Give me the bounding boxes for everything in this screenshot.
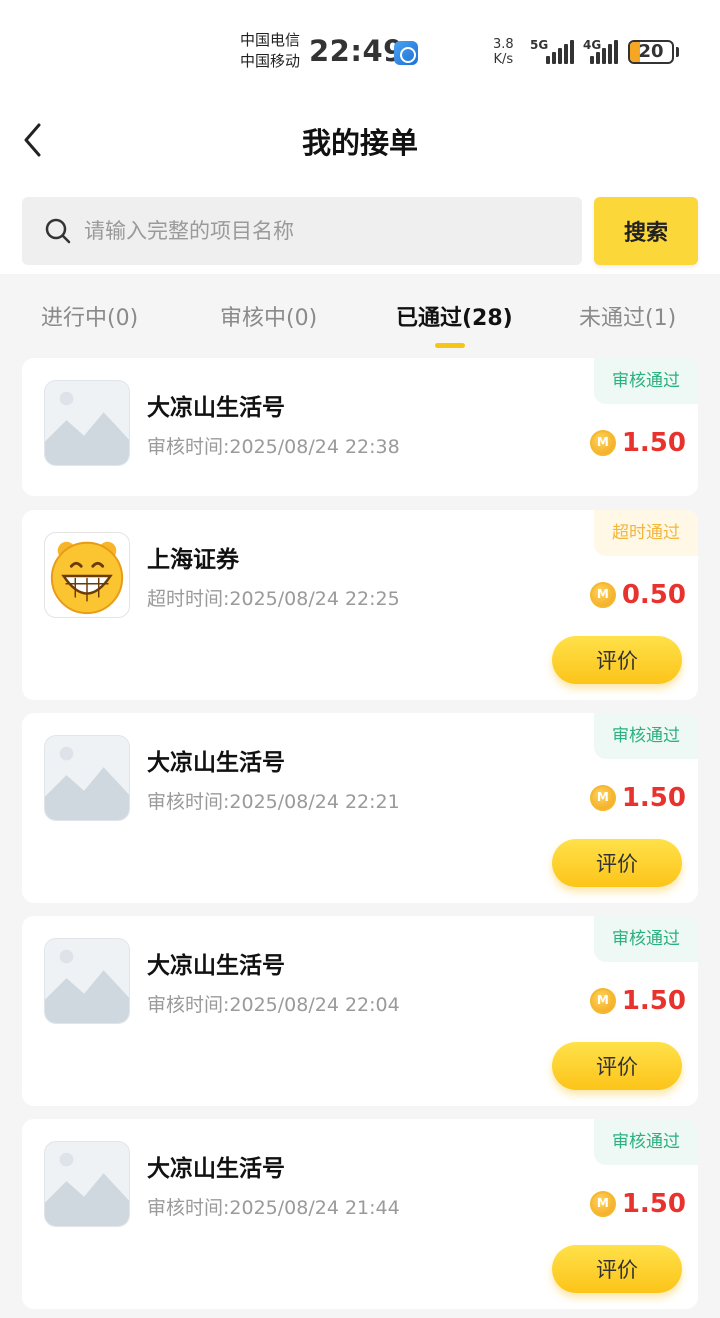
carrier-1: 中国电信	[240, 31, 301, 49]
reward-amount: 1.50	[621, 1189, 686, 1219]
order-card[interactable]: 大凉山生活号 审核时间:2025/08/24 22:38 审核通过 1.50	[22, 358, 698, 496]
carrier-info: 中国电信 中国移动	[240, 30, 300, 72]
image-placeholder-icon	[44, 938, 130, 1024]
battery-level: 20	[638, 41, 664, 62]
tab-rejected[interactable]: 未通过(1)	[579, 300, 676, 332]
review-button[interactable]: 评价	[552, 839, 682, 887]
review-button[interactable]: 评价	[552, 636, 682, 684]
coin-icon	[589, 988, 616, 1014]
order-title: 大凉山生活号	[147, 395, 285, 421]
order-time: 审核时间:2025/08/24 22:04	[147, 994, 400, 1016]
signal-5g-icon	[546, 40, 574, 64]
page-title: 我的接单	[301, 126, 418, 160]
net-speed-value: 3.8	[493, 37, 514, 52]
reward: 1.50	[589, 428, 686, 458]
order-title: 大凉山生活号	[147, 1156, 285, 1182]
image-placeholder-icon	[44, 380, 130, 466]
search-bar: 搜索	[0, 180, 720, 274]
battery-tip	[676, 47, 679, 57]
reward: 1.50	[589, 986, 686, 1016]
network-speed: 3.8 K/s	[493, 37, 514, 67]
status-badge: 审核通过	[594, 713, 698, 759]
order-time: 审核时间:2025/08/24 22:21	[147, 791, 400, 813]
order-title: 上海证券	[147, 547, 239, 573]
status-badge: 审核通过	[594, 358, 698, 404]
carrier-2: 中国移动	[240, 52, 301, 70]
nav-header: 我的接单	[0, 100, 720, 180]
order-card[interactable]: 大凉山生活号 审核时间:2025/08/24 21:44 审核通过 1.50 评…	[22, 1119, 698, 1309]
coin-icon	[589, 785, 616, 811]
reward: 1.50	[589, 1189, 686, 1219]
coin-icon	[589, 1191, 616, 1217]
tab-approved[interactable]: 已通过(28)	[396, 300, 513, 332]
notification-app-icon	[394, 41, 418, 65]
reward-amount: 0.50	[621, 580, 686, 610]
active-tab-indicator	[435, 343, 465, 348]
reward: 0.50	[589, 580, 686, 610]
status-bar: 中国电信 中国移动 22:49 3.8 K/s 5G 4G 20	[0, 0, 720, 100]
search-button[interactable]: 搜索	[594, 197, 698, 265]
status-badge: 超时通过	[594, 510, 698, 556]
battery-icon: 20	[628, 40, 674, 64]
order-time: 审核时间:2025/08/24 22:38	[147, 436, 400, 458]
search-box[interactable]	[22, 197, 582, 265]
order-time: 审核时间:2025/08/24 21:44	[147, 1197, 400, 1219]
image-placeholder-icon	[44, 735, 130, 821]
order-card[interactable]: 上海证券 超时时间:2025/08/24 22:25 超时通过 0.50 评价	[22, 510, 698, 700]
order-title: 大凉山生活号	[147, 953, 285, 979]
review-button[interactable]: 评价	[552, 1042, 682, 1090]
search-input[interactable]	[84, 197, 564, 265]
status-time: 22:49	[309, 34, 404, 68]
tab-in-progress[interactable]: 进行中(0)	[41, 300, 138, 332]
signal-4g-icon	[590, 40, 618, 64]
status-badge: 审核通过	[594, 1119, 698, 1165]
review-button[interactable]: 评价	[552, 1245, 682, 1293]
coin-icon	[589, 430, 616, 456]
order-card[interactable]: 大凉山生活号 审核时间:2025/08/24 22:21 审核通过 1.50 评…	[22, 713, 698, 903]
tab-under-review[interactable]: 审核中(0)	[220, 300, 317, 332]
reward-amount: 1.50	[621, 986, 686, 1016]
reward-amount: 1.50	[621, 428, 686, 458]
search-icon	[45, 218, 71, 244]
reward-amount: 1.50	[621, 783, 686, 813]
status-tabs: 进行中(0) 审核中(0) 已通过(28) 未通过(1)	[0, 274, 720, 356]
order-time: 超时时间:2025/08/24 22:25	[147, 588, 400, 610]
reward: 1.50	[589, 783, 686, 813]
order-title: 大凉山生活号	[147, 750, 285, 776]
image-placeholder-icon	[44, 1141, 130, 1227]
status-badge: 审核通过	[594, 916, 698, 962]
grinning-emoji-icon	[44, 532, 130, 618]
coin-icon	[589, 582, 616, 608]
order-card[interactable]: 大凉山生活号 审核时间:2025/08/24 22:04 审核通过 1.50 评…	[22, 916, 698, 1106]
net-speed-unit: K/s	[493, 52, 514, 67]
